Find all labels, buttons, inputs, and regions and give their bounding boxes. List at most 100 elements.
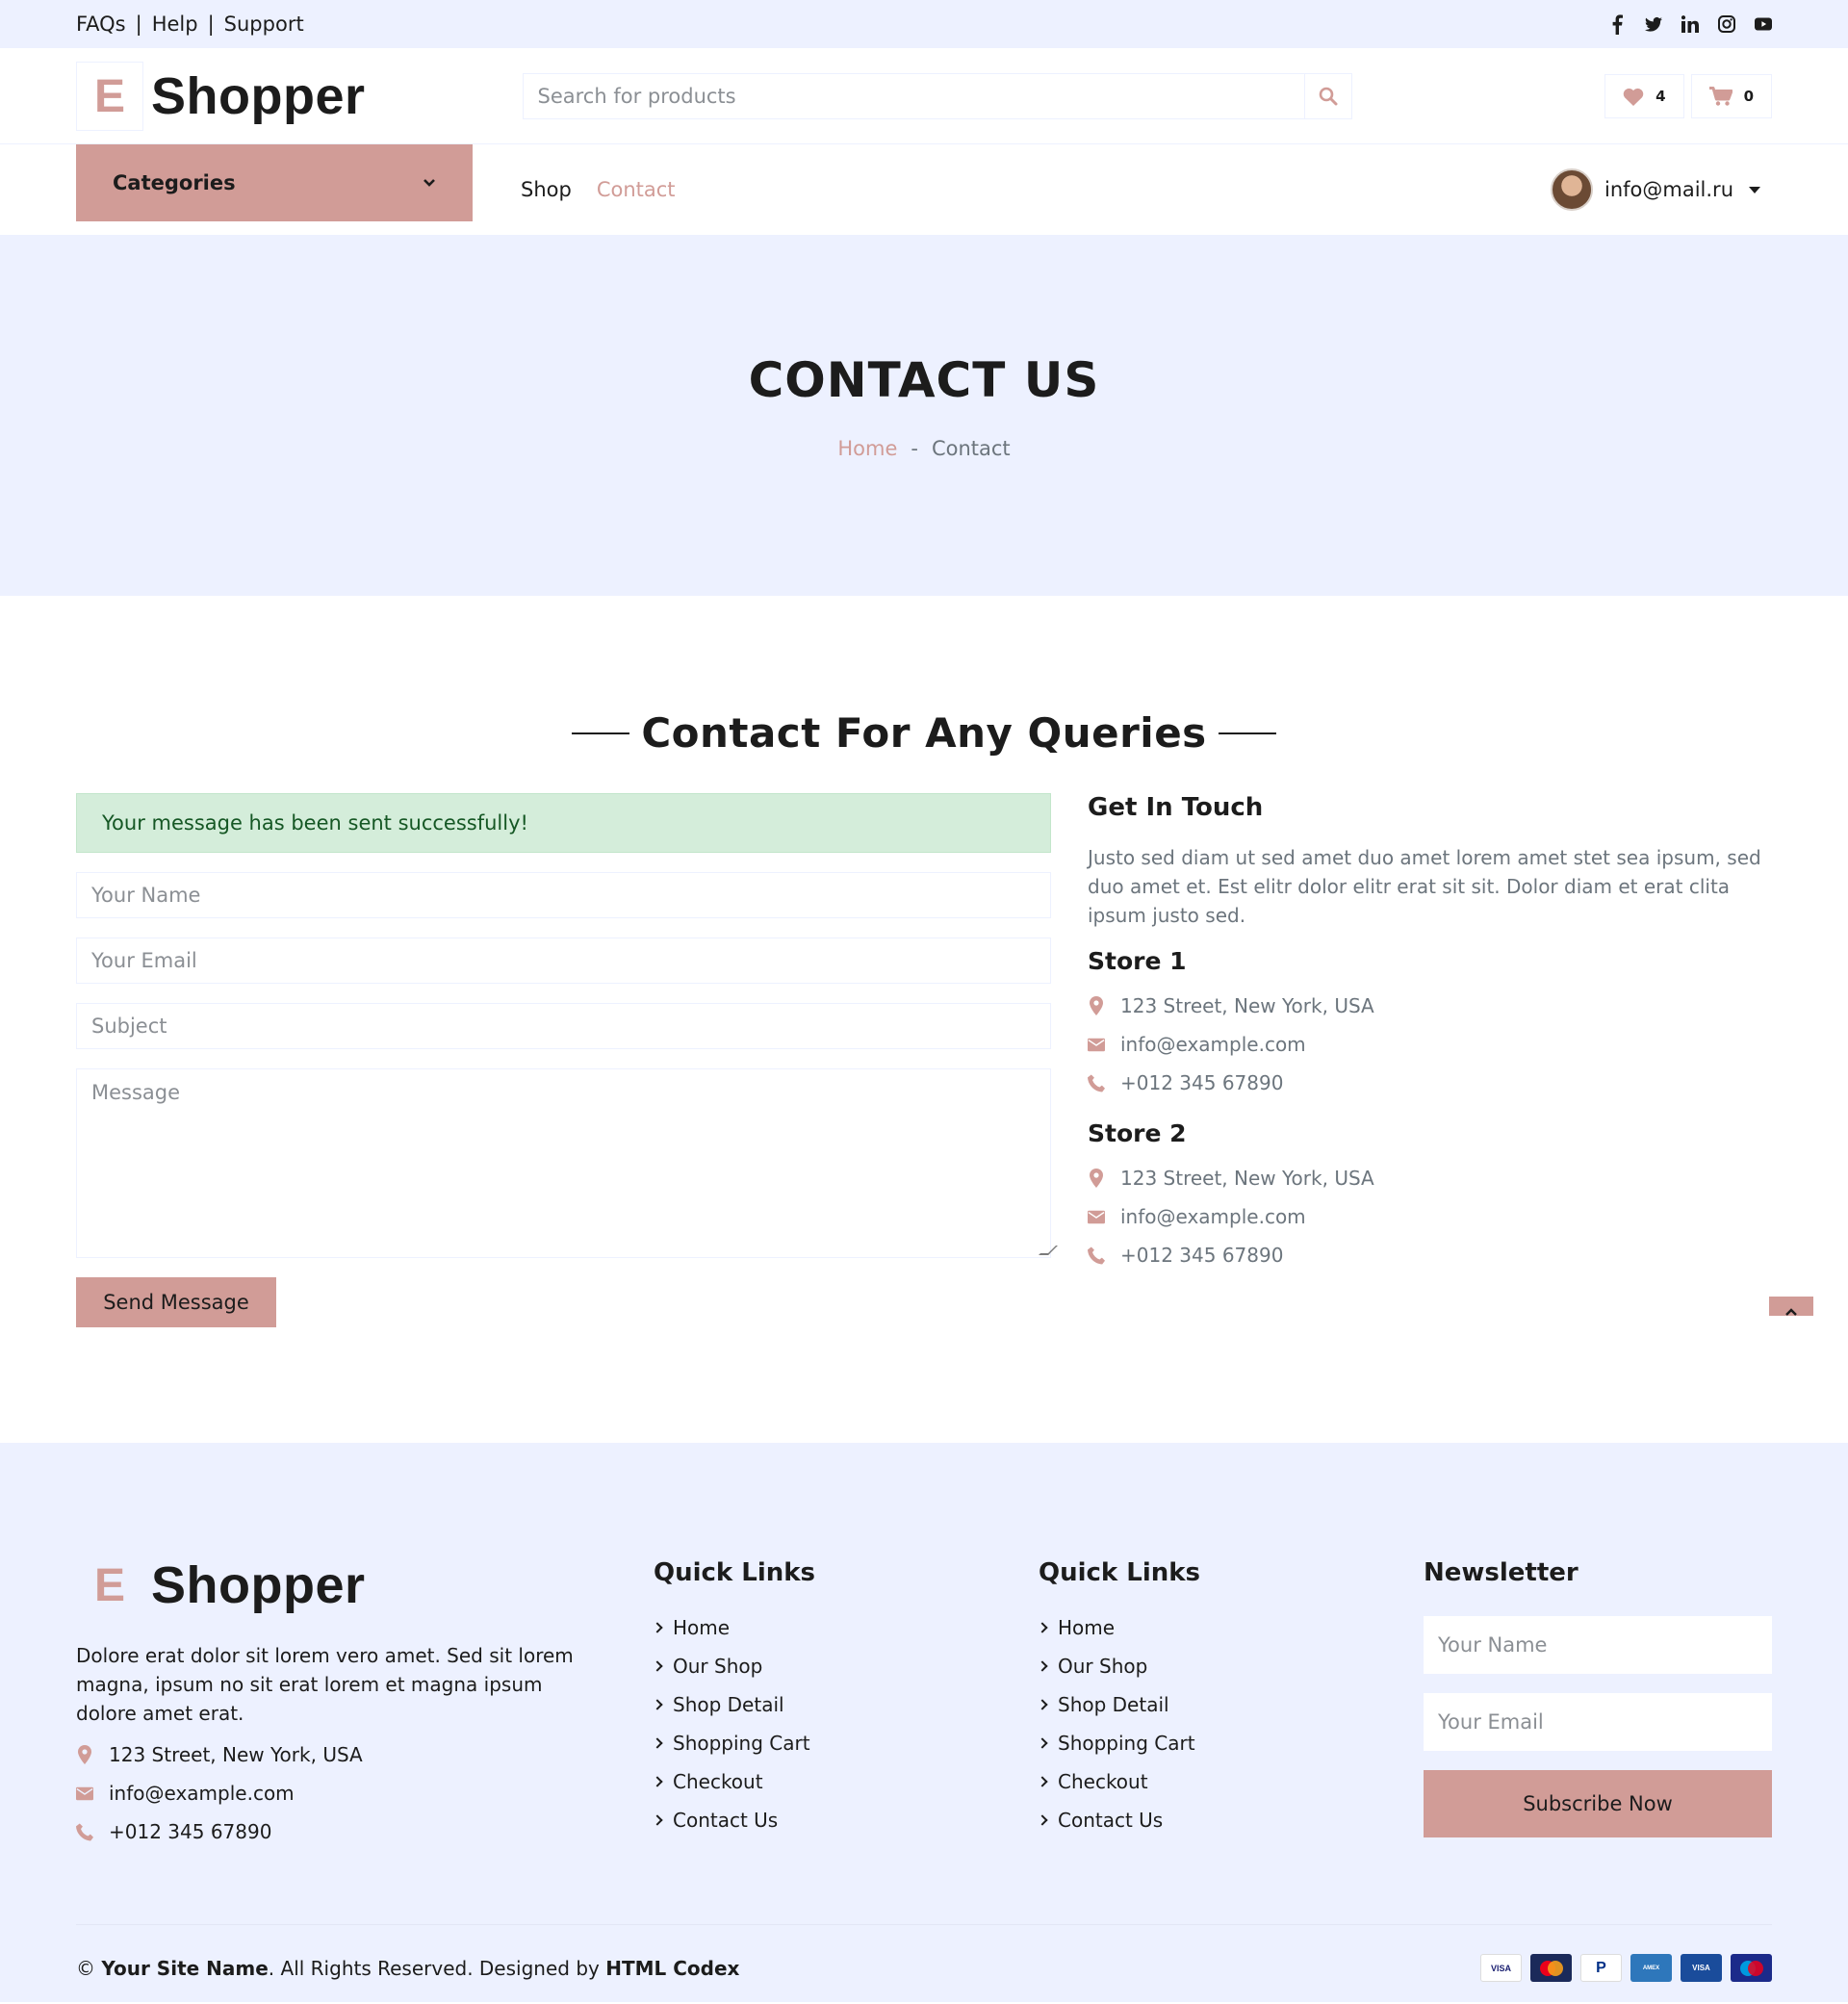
section-heading: Contact For Any Queries [641, 709, 1207, 757]
footer-link-our-shop[interactable]: Our Shop [652, 1655, 1039, 1678]
phone-text: +012 345 67890 [109, 1820, 272, 1843]
email-field[interactable]: Your Email [76, 938, 1051, 984]
twitter-icon[interactable] [1645, 13, 1662, 35]
caret-down-icon [1749, 186, 1760, 193]
email-text: info@example.com [1120, 1205, 1306, 1228]
subscribe-button[interactable]: Subscribe Now [1424, 1770, 1772, 1837]
title-rule [572, 732, 630, 734]
footer-address: 123 Street, New York, USA [76, 1743, 654, 1766]
newsletter: Newsletter Your Name Your Email Subscrib… [1424, 1551, 1772, 1847]
nav-shop[interactable]: Shop [521, 178, 572, 201]
wishlist-count: 4 [1656, 88, 1666, 105]
mastercard-icon [1530, 1954, 1572, 1982]
youtube-icon[interactable] [1755, 13, 1772, 35]
support-link[interactable]: Support [224, 13, 304, 36]
message-placeholder: Message [91, 1081, 181, 1104]
footer-link-shopping-cart[interactable]: Shopping Cart [652, 1732, 1039, 1755]
instagram-icon[interactable] [1718, 13, 1735, 35]
faqs-link[interactable]: FAQs [76, 13, 126, 36]
newsletter-title: Newsletter [1424, 1558, 1578, 1587]
user-email: info@mail.ru [1604, 178, 1733, 201]
resize-handle[interactable] [1039, 1246, 1058, 1255]
footer-quick-links-2: Quick Links Home Our Shop Shop Detail Sh… [1037, 1551, 1424, 1847]
topbar: FAQs | Help | Support [0, 0, 1848, 48]
footer: E Shopper Dolore erat dolor sit lorem ve… [0, 1443, 1848, 2002]
contact-body: Your message has been sent successfully!… [76, 793, 1772, 1327]
payment-methods: VISA P AMEX VISA [1480, 1954, 1772, 1982]
footer-link-home[interactable]: Home [652, 1616, 1039, 1639]
footer-link-our-shop[interactable]: Our Shop [1037, 1655, 1424, 1678]
footer-bottom: © Your Site Name. All Rights Reserved. D… [76, 1924, 1772, 1982]
link-label: Checkout [1058, 1770, 1148, 1793]
amex-icon: AMEX [1630, 1954, 1672, 1982]
store-email: info@example.com [1088, 1205, 1772, 1228]
footer-link-checkout[interactable]: Checkout [1037, 1770, 1424, 1793]
separator: | [135, 13, 142, 36]
nav-contact[interactable]: Contact [597, 178, 676, 201]
site-name-link[interactable]: Your Site Name [101, 1957, 268, 1980]
footer-link-shopping-cart[interactable]: Shopping Cart [1037, 1732, 1424, 1755]
footer-phone: +012 345 67890 [76, 1820, 654, 1843]
link-label: Home [1058, 1616, 1116, 1639]
chevron-up-icon [1785, 1308, 1797, 1316]
footer-link-checkout[interactable]: Checkout [652, 1770, 1039, 1793]
heart-icon [1623, 88, 1644, 106]
cart-button[interactable]: 0 [1690, 74, 1772, 118]
envelope-icon [1088, 1038, 1105, 1052]
top-links: FAQs | Help | Support [76, 13, 304, 36]
footer-link-shop-detail[interactable]: Shop Detail [1037, 1693, 1424, 1716]
logo[interactable]: E Shopper [76, 62, 366, 131]
footer-link-contact-us[interactable]: Contact Us [1037, 1809, 1424, 1832]
address-text: 123 Street, New York, USA [109, 1743, 363, 1766]
wishlist-button[interactable]: 4 [1604, 74, 1684, 118]
chevron-right-icon [1037, 1814, 1048, 1826]
search-input[interactable] [523, 74, 1304, 118]
cart-count: 0 [1743, 88, 1754, 105]
newsletter-email-input[interactable]: Your Email [1424, 1693, 1772, 1751]
footer-link-shop-detail[interactable]: Shop Detail [652, 1693, 1039, 1716]
breadcrumb-current: Contact [931, 436, 1011, 460]
navbar: Categories Shop Contact info@mail.ru [0, 144, 1848, 235]
header-actions: 4 0 [1604, 74, 1772, 118]
breadcrumb-home[interactable]: Home [837, 437, 897, 460]
email-text: info@example.com [109, 1782, 295, 1805]
newsletter-name-input[interactable]: Your Name [1424, 1616, 1772, 1674]
logo-letter: E [76, 62, 143, 131]
name-field[interactable]: Your Name [76, 872, 1051, 918]
search-button[interactable] [1303, 74, 1351, 118]
send-message-button[interactable]: Send Message [76, 1277, 276, 1327]
section-title: Contact For Any Queries [76, 596, 1772, 757]
back-to-top-button[interactable] [1769, 1297, 1813, 1316]
link-label: Shopping Cart [673, 1732, 810, 1755]
categories-dropdown[interactable]: Categories [76, 144, 473, 221]
designer-link[interactable]: HTML Codex [605, 1957, 739, 1980]
message-field[interactable]: Message [76, 1068, 1058, 1258]
footer-link-contact-us[interactable]: Contact Us [652, 1809, 1039, 1832]
user-menu[interactable]: info@mail.ru [1551, 144, 1760, 235]
map-marker-icon [1088, 1169, 1105, 1188]
chevron-right-icon [1037, 1776, 1048, 1787]
link-label: Our Shop [1058, 1655, 1148, 1678]
chevron-right-icon [1037, 1699, 1048, 1710]
address-text: 123 Street, New York, USA [1120, 994, 1374, 1017]
page-header: CONTACT US Home - Contact [0, 235, 1848, 596]
footer-grid: E Shopper Dolore erat dolor sit lorem ve… [76, 1551, 1772, 1847]
copyright-text: . All Rights Reserved. Designed by [268, 1956, 606, 1980]
facebook-icon[interactable] [1608, 13, 1626, 35]
store-address: 123 Street, New York, USA [1088, 994, 1772, 1017]
copyright-symbol: © [76, 1956, 95, 1980]
chevron-right-icon [652, 1814, 663, 1826]
help-link[interactable]: Help [152, 13, 198, 36]
footer-link-home[interactable]: Home [1037, 1616, 1424, 1639]
footer-logo[interactable]: E Shopper [76, 1551, 654, 1620]
social-links [1608, 13, 1772, 35]
title-rule [1218, 732, 1276, 734]
subject-field[interactable]: Subject [76, 1003, 1051, 1049]
link-label: Contact Us [673, 1809, 779, 1832]
linkedin-icon[interactable] [1681, 13, 1699, 35]
cart-icon [1708, 87, 1732, 106]
search-icon [1319, 87, 1338, 106]
column-title: Quick Links [1039, 1558, 1201, 1587]
logo-letter: E [76, 1551, 143, 1620]
email-text: info@example.com [1120, 1033, 1306, 1056]
